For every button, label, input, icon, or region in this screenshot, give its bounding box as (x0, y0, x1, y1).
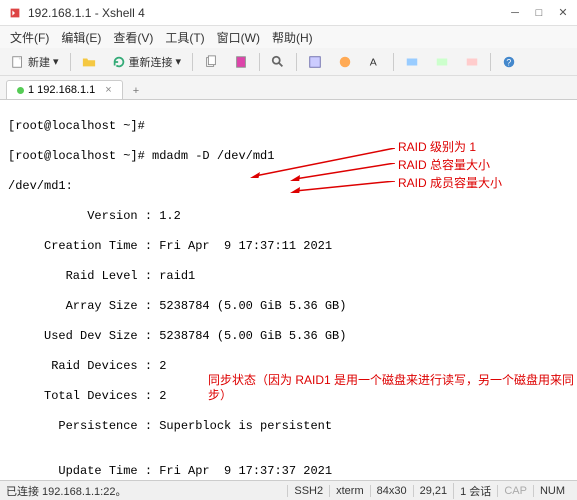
reconnect-label: 重新连接 (129, 54, 173, 70)
reconnect-icon (112, 55, 126, 69)
window-title: 192.168.1.1 - Xshell 4 (28, 6, 509, 20)
folder-icon (82, 55, 96, 69)
terminal-line: Array Size : 5238784 (5.00 GiB 5.36 GB) (8, 299, 569, 314)
tool-icon (405, 55, 419, 69)
menubar: 文件(F) 编辑(E) 查看(V) 工具(T) 窗口(W) 帮助(H) (0, 26, 577, 48)
chevron-down-icon: ▾ (53, 55, 59, 68)
toolbar: 新建 ▾ 重新连接 ▾ A ? (0, 48, 577, 76)
reconnect-button[interactable]: 重新连接 ▾ (107, 52, 187, 72)
tool-icon (465, 55, 479, 69)
terminal-line: Update Time : Fri Apr 9 17:37:37 2021 (8, 464, 569, 479)
tool-icon (435, 55, 449, 69)
tool1-button[interactable] (400, 53, 424, 71)
terminal-line: Raid Devices : 2 (8, 359, 569, 374)
terminal-line: Creation Time : Fri Apr 9 17:37:11 2021 (8, 239, 569, 254)
props-button[interactable] (303, 53, 327, 71)
palette-icon (338, 55, 352, 69)
maximize-button[interactable]: □ (533, 7, 545, 19)
new-label: 新建 (28, 54, 50, 70)
annotation: RAID 成员容量大小 (398, 176, 502, 191)
tab-close-icon[interactable]: × (105, 84, 111, 96)
close-button[interactable]: ✕ (557, 7, 569, 19)
minimize-button[interactable]: ─ (509, 7, 521, 19)
tabbar: 1 192.168.1.1 × + (0, 76, 577, 100)
status-dot-icon (17, 87, 24, 94)
copy-icon (204, 55, 218, 69)
statusbar: 已连接 192.168.1.1:22。 SSH2 xterm 84x30 29,… (0, 480, 577, 500)
menu-help[interactable]: 帮助(H) (268, 27, 317, 48)
titlebar: 192.168.1.1 - Xshell 4 ─ □ ✕ (0, 0, 577, 26)
props-icon (308, 55, 322, 69)
terminal[interactable]: [root@localhost ~]# [root@localhost ~]# … (0, 100, 577, 480)
menu-edit[interactable]: 编辑(E) (57, 27, 105, 48)
menu-file[interactable]: 文件(F) (6, 27, 53, 48)
status-pos: 29,21 (413, 485, 454, 497)
open-button[interactable] (77, 53, 101, 71)
chevron-down-icon: ▾ (176, 55, 182, 68)
separator (393, 53, 394, 71)
terminal-line: Persistence : Superblock is persistent (8, 419, 569, 434)
menu-view[interactable]: 查看(V) (109, 27, 157, 48)
menu-window[interactable]: 窗口(W) (213, 27, 264, 48)
status-termtype: xterm (329, 485, 370, 497)
svg-text:A: A (370, 56, 377, 68)
paste-button[interactable] (229, 53, 253, 71)
add-tab-button[interactable]: + (127, 83, 145, 99)
help-icon: ? (502, 55, 516, 69)
paste-icon (234, 55, 248, 69)
find-button[interactable] (266, 53, 290, 71)
status-cap: CAP (497, 485, 533, 497)
status-connection: 已连接 192.168.1.1:22。 (6, 483, 287, 499)
terminal-line: Used Dev Size : 5238784 (5.00 GiB 5.36 G… (8, 329, 569, 344)
status-sessions: 1 会话 (453, 483, 497, 499)
annotation: 同步状态（因为 RAID1 是用一个磁盘来进行读写，另一个磁盘用来同步） (208, 373, 577, 403)
svg-text:?: ? (506, 57, 511, 67)
terminal-line: [root@localhost ~]# (8, 119, 569, 134)
window-controls: ─ □ ✕ (509, 7, 569, 19)
tool3-button[interactable] (460, 53, 484, 71)
separator (192, 53, 193, 71)
status-num: NUM (533, 485, 571, 497)
font-icon: A (368, 55, 382, 69)
tab-label: 1 192.168.1.1 (28, 84, 95, 96)
app-icon (8, 6, 22, 20)
separator (70, 53, 71, 71)
arrow-icon (290, 163, 395, 181)
menu-tools[interactable]: 工具(T) (161, 27, 208, 48)
session-tab[interactable]: 1 192.168.1.1 × (6, 80, 123, 99)
new-button[interactable]: 新建 ▾ (6, 52, 64, 72)
help-button[interactable]: ? (497, 53, 521, 71)
color-button[interactable] (333, 53, 357, 71)
copy-button[interactable] (199, 53, 223, 71)
annotation: RAID 级别为 1 (398, 140, 476, 155)
status-size: 84x30 (370, 485, 413, 497)
search-icon (271, 55, 285, 69)
separator (259, 53, 260, 71)
new-icon (11, 55, 25, 69)
font-button[interactable]: A (363, 53, 387, 71)
separator (490, 53, 491, 71)
tool2-button[interactable] (430, 53, 454, 71)
annotation: RAID 总容量大小 (398, 158, 490, 173)
terminal-line: Version : 1.2 (8, 209, 569, 224)
status-protocol: SSH2 (287, 485, 329, 497)
terminal-line: Raid Level : raid1 (8, 269, 569, 284)
arrow-icon (290, 181, 395, 193)
separator (296, 53, 297, 71)
